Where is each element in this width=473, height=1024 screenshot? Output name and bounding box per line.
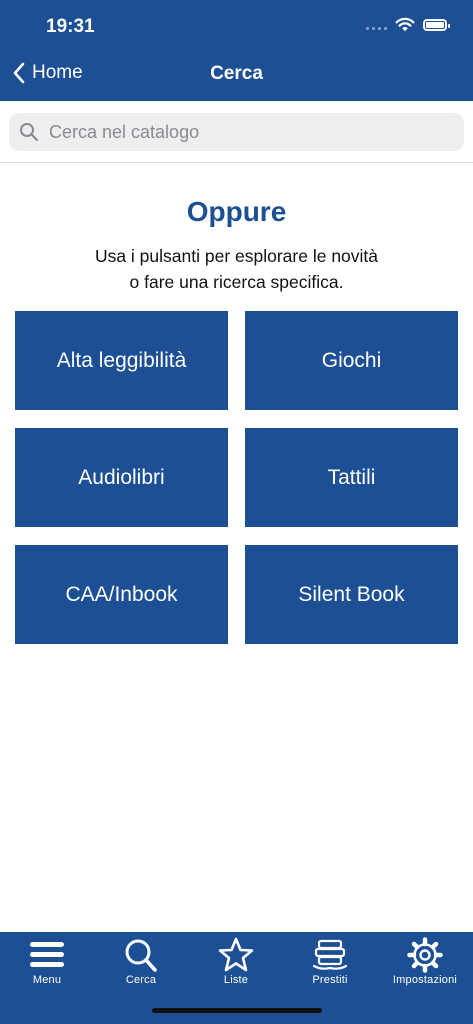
status-time: 19:31 <box>46 16 95 37</box>
tile-tattili[interactable]: Tattili <box>245 428 458 527</box>
menu-icon <box>30 942 64 967</box>
tab-menu[interactable]: Menu <box>2 937 92 986</box>
back-label: Home <box>32 62 83 83</box>
tab-cerca[interactable]: Cerca <box>96 937 186 986</box>
tab-liste[interactable]: Liste <box>191 937 281 986</box>
wifi-icon <box>395 17 415 32</box>
tile-giochi[interactable]: Giochi <box>245 311 458 410</box>
star-icon <box>218 937 254 972</box>
section-heading: Oppure <box>186 196 287 227</box>
tile-alta-leggibilita[interactable]: Alta leggibilità <box>15 311 228 410</box>
tab-impostazioni-label: Impostazioni <box>392 974 458 986</box>
tab-menu-label: Menu <box>32 974 62 986</box>
subtitle-line-1: Usa i pulsanti per esplorare le novità <box>94 246 379 266</box>
tab-impostazioni[interactable]: Impostazioni <box>380 937 470 986</box>
search-icon <box>125 939 157 972</box>
search-field[interactable] <box>9 113 464 151</box>
subtitle-line-2: o fare una ricerca specifica. <box>129 272 344 292</box>
tab-prestiti-label: Prestiti <box>312 974 348 986</box>
gear-icon <box>407 937 443 973</box>
search-bar-container <box>0 101 473 163</box>
status-icons <box>366 17 450 32</box>
home-indicator <box>152 1008 322 1013</box>
tab-prestiti[interactable]: Prestiti <box>285 937 375 986</box>
tile-audiolibri[interactable]: Audiolibri <box>15 428 228 527</box>
tile-silent-book[interactable]: Silent Book <box>245 545 458 644</box>
chevron-left-icon <box>13 62 25 84</box>
books-stack-icon <box>312 939 348 970</box>
section-subtitle: Usa i pulsanti per esplorare le novità o… <box>0 243 473 295</box>
tile-caa-inbook[interactable]: CAA/Inbook <box>15 545 228 644</box>
battery-icon <box>423 18 450 31</box>
tab-cerca-label: Cerca <box>125 974 157 986</box>
search-icon <box>20 123 39 142</box>
cellular-signal-icon <box>366 20 387 30</box>
back-button[interactable]: Home <box>12 62 83 84</box>
search-input[interactable] <box>47 120 451 144</box>
tab-liste-label: Liste <box>223 974 249 986</box>
top-bar: 19:31 Home Cerca <box>0 0 473 101</box>
